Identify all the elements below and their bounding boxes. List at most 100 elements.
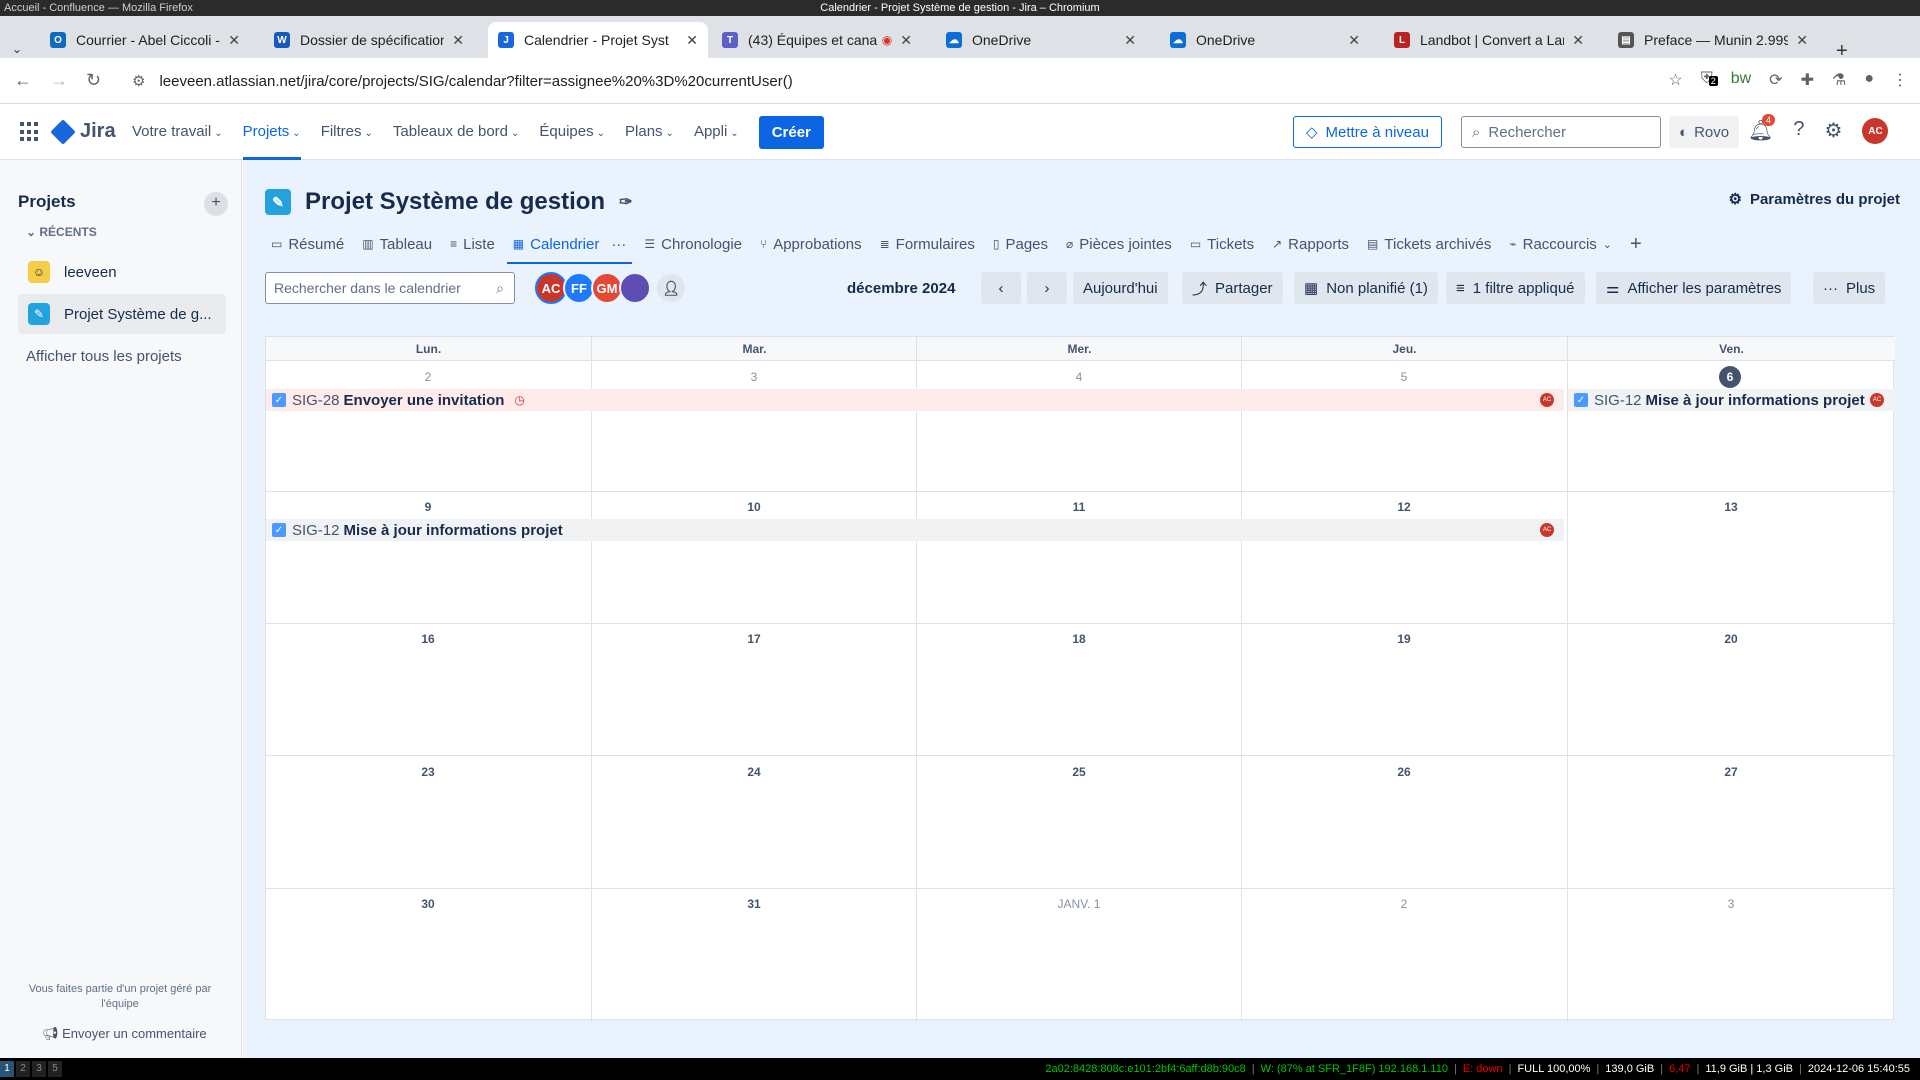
reload-icon[interactable]: ↻ xyxy=(86,70,101,91)
day-number[interactable]: 10 xyxy=(742,497,766,517)
menu-votre-travail[interactable]: Votre travail ⌄ xyxy=(132,104,223,160)
day-number[interactable]: 3 xyxy=(742,367,766,387)
browser-tab[interactable]: L Landbot | Convert a Lar ✕ xyxy=(1384,22,1594,58)
day-number[interactable]: 13 xyxy=(1719,497,1743,517)
day-number[interactable]: 31 xyxy=(742,894,766,914)
user-avatar[interactable]: AC xyxy=(1862,118,1889,144)
day-number[interactable]: 27 xyxy=(1719,762,1743,782)
feedback-link[interactable]: 📢︎ Envoyer un commentaire xyxy=(42,1026,207,1042)
workspace-button[interactable]: 5 xyxy=(48,1061,62,1077)
back-icon[interactable]: ← xyxy=(14,70,32,91)
day-number[interactable]: 23 xyxy=(416,762,440,782)
tab-calendrier[interactable]: ▦ Calendrier ··· xyxy=(506,228,632,264)
filter-button[interactable]: ≡ 1 filtre appliqué xyxy=(1446,272,1585,304)
day-number[interactable]: 5 xyxy=(1392,367,1416,387)
browser-tab[interactable]: ☁ OneDrive ✕ xyxy=(1160,22,1370,58)
workspace-button[interactable]: 3 xyxy=(32,1061,46,1077)
all-projects-link[interactable]: Afficher tous les projets xyxy=(26,348,182,365)
day-number[interactable]: 24 xyxy=(742,762,766,782)
browser-tab[interactable]: ☁ OneDrive ✕ xyxy=(936,22,1146,58)
site-info-icon[interactable]: ⚙ xyxy=(132,72,145,90)
workspace-button[interactable]: 2 xyxy=(16,1061,30,1077)
pin-icon[interactable]: ✑ xyxy=(619,192,632,212)
browser-tab[interactable]: ▤ Preface — Munin 2.999. ✕ xyxy=(1608,22,1818,58)
labs-icon[interactable]: ⚗ xyxy=(1832,70,1846,90)
tab-pages[interactable]: ▯ Pages xyxy=(993,228,1048,260)
help-icon[interactable]: ? xyxy=(1793,118,1804,144)
avatar[interactable] xyxy=(619,272,651,304)
day-number[interactable]: 11 xyxy=(1067,497,1091,517)
extension-icon[interactable]: ⟳ xyxy=(1769,70,1782,90)
browser-tab[interactable]: T (43) Équipes et cana ◉ ✕ xyxy=(712,22,922,58)
calendar-event[interactable]: ✓ SIG-12 Mise à jour informations projet… xyxy=(266,519,1564,541)
project-settings-button[interactable]: ⚙ Paramètres du projet xyxy=(1728,190,1900,209)
browser-menu-icon[interactable]: ⋮ xyxy=(1892,70,1908,90)
day-number[interactable]: 20 xyxy=(1719,629,1743,649)
add-project-button[interactable]: + xyxy=(204,192,228,216)
add-people-icon[interactable]: 👤︎ xyxy=(655,272,687,304)
profile-icon[interactable]: ● xyxy=(1864,70,1874,90)
sidebar-item-projet-systeme[interactable]: ✎ Projet Système de g... xyxy=(18,294,226,334)
bookmark-star-icon[interactable]: ☆ xyxy=(1668,70,1682,90)
view-settings-button[interactable]: ⚌ Afficher les paramètres xyxy=(1596,272,1792,304)
workspace-button[interactable]: 1 xyxy=(0,1061,14,1077)
tab-formulaires[interactable]: ≣ Formulaires xyxy=(880,228,975,260)
create-button[interactable]: Créer xyxy=(758,115,824,149)
tab-tickets-archives[interactable]: ▤ Tickets archivés xyxy=(1367,228,1491,260)
day-number[interactable]: 26 xyxy=(1392,762,1416,782)
calendar-event[interactable]: ✓ SIG-12 Mise à jour informations projet… xyxy=(1568,389,1894,411)
close-icon[interactable]: ✕ xyxy=(1124,32,1136,49)
settings-gear-icon[interactable]: ⚙ xyxy=(1825,118,1843,144)
close-icon[interactable]: ✕ xyxy=(452,32,464,49)
day-number[interactable]: 3 xyxy=(1719,894,1743,914)
day-number[interactable]: 12 xyxy=(1392,497,1416,517)
close-icon[interactable]: ✕ xyxy=(1796,32,1808,49)
day-number[interactable]: 30 xyxy=(416,894,440,914)
calendar-event[interactable]: ✓ SIG-28 Envoyer une invitation ◷ AC xyxy=(266,389,1564,411)
close-icon[interactable]: ✕ xyxy=(228,32,240,49)
day-number[interactable]: 18 xyxy=(1067,629,1091,649)
forward-icon[interactable]: → xyxy=(50,70,68,91)
recent-section[interactable]: ⌄ RÉCENTS xyxy=(26,225,97,239)
tab-raccourcis[interactable]: ⌁ Raccourcis ⌄ xyxy=(1509,228,1612,260)
share-button[interactable]: ⤴ Partager xyxy=(1182,272,1283,304)
close-icon[interactable]: ✕ xyxy=(900,32,912,49)
more-button[interactable]: ··· Plus xyxy=(1813,272,1886,304)
tab-approbations[interactable]: ⑂ Approbations xyxy=(760,228,862,260)
menu-tableaux-de-bord[interactable]: Tableaux de bord ⌄ xyxy=(393,104,519,160)
extension-icon[interactable]: ⛨ 2 xyxy=(1701,70,1718,90)
tab-liste[interactable]: ≡ Liste xyxy=(450,228,495,260)
tab-tableau[interactable]: ▥ Tableau xyxy=(362,228,432,260)
url-field[interactable]: ⚙ leeveen.atlassian.net/jira/core/projec… xyxy=(120,65,1620,97)
close-icon[interactable]: ✕ xyxy=(1348,32,1360,49)
menu-plans[interactable]: Plans ⌄ xyxy=(625,104,674,160)
menu-equipes[interactable]: Équipes ⌄ xyxy=(539,104,605,160)
browser-tab[interactable]: O Courrier - Abel Ciccoli - ✕ xyxy=(40,22,250,58)
more-options-icon[interactable]: ··· xyxy=(611,236,626,253)
jira-logo[interactable]: Jira xyxy=(50,118,116,145)
calendar-search-input[interactable]: Rechercher dans le calendrier ⌕ xyxy=(265,272,515,304)
previous-month-button[interactable]: ‹ xyxy=(981,272,1021,304)
tab-resume[interactable]: ▭ Résumé xyxy=(271,228,344,260)
app-switcher-icon[interactable] xyxy=(20,122,40,142)
menu-projets[interactable]: Projets ⌄ xyxy=(242,104,301,160)
day-number[interactable]: 25 xyxy=(1067,762,1091,782)
browser-tab-active[interactable]: J Calendrier - Projet Syst ✕ xyxy=(488,22,708,58)
day-number-today[interactable]: 6 xyxy=(1719,366,1741,388)
day-number[interactable]: 4 xyxy=(1067,367,1091,387)
day-number[interactable]: 2 xyxy=(1392,894,1416,914)
sidebar-item-leeveen[interactable]: ☺ leeveen xyxy=(18,252,226,292)
tab-chronologie[interactable]: ☰ Chronologie xyxy=(644,228,742,260)
tab-tickets[interactable]: ▭ Tickets xyxy=(1190,228,1254,260)
rovo-button[interactable]: ◐ Rovo xyxy=(1669,116,1740,148)
upgrade-button[interactable]: ◇ Mettre à niveau xyxy=(1293,116,1442,148)
tab-pieces-jointes[interactable]: ⌀ Pièces jointes xyxy=(1066,228,1172,260)
unplanned-button[interactable]: ▦ Non planifié (1) xyxy=(1294,272,1438,304)
close-icon[interactable]: ✕ xyxy=(1572,32,1584,49)
close-icon[interactable]: ✕ xyxy=(686,32,698,49)
tab-list-dropdown-icon[interactable]: ⌄ xyxy=(12,42,22,56)
extension-icon[interactable]: bw xyxy=(1731,70,1751,90)
day-number[interactable]: 19 xyxy=(1392,629,1416,649)
tab-rapports[interactable]: ↗ Rapports xyxy=(1272,228,1349,260)
next-month-button[interactable]: › xyxy=(1027,272,1067,304)
